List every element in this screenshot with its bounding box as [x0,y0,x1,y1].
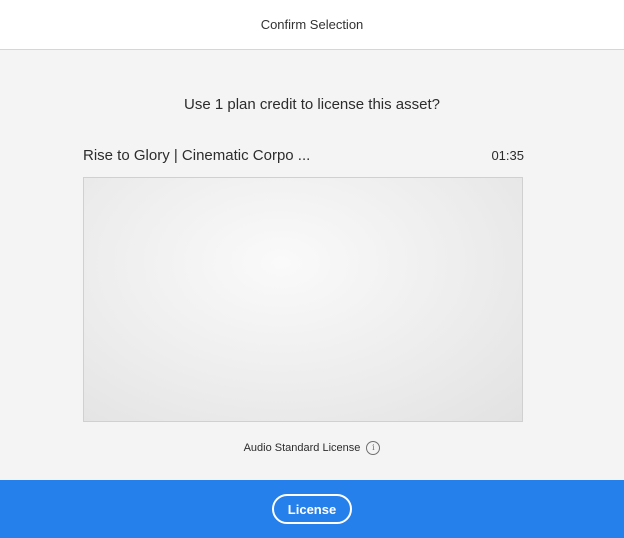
dialog-title: Confirm Selection [260,17,364,32]
dialog-header: Confirm Selection [0,0,624,50]
confirmation-prompt: Use 1 plan credit to license this asset? [184,96,440,113]
license-type-row: Audio Standard License i [0,441,624,455]
info-icon[interactable]: i [366,441,381,455]
dialog-footer: License [0,480,624,538]
asset-title: Rise to Glory | Cinematic Corpo ... [83,147,311,164]
license-type-label: Audio Standard License [243,442,361,454]
asset-preview [83,177,523,422]
asset-duration: 01:35 [491,148,524,163]
license-button[interactable]: License [271,494,353,524]
asset-info-row: Rise to Glory | Cinematic Corpo ... 01:3… [83,147,524,164]
audio-waveform-icon [242,251,364,349]
